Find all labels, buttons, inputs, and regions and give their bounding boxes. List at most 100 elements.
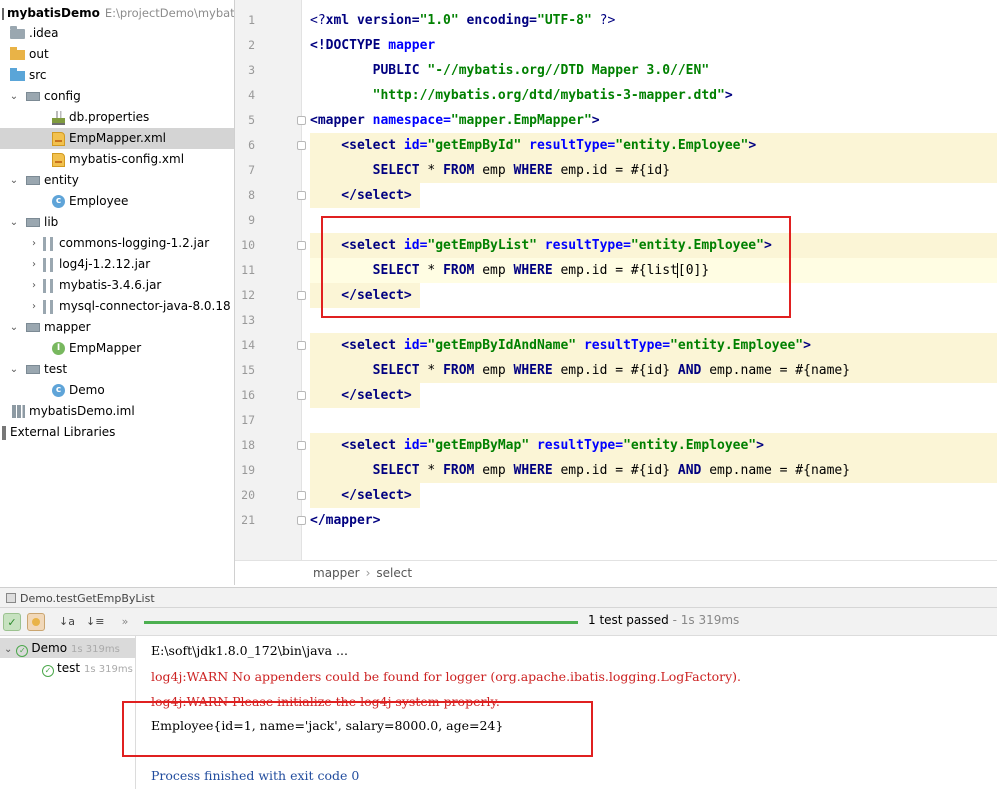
tree-item-external-libraries[interactable]: External Libraries bbox=[0, 422, 234, 443]
chevron-down-icon[interactable]: ⌄ bbox=[8, 212, 20, 233]
line-number: 7 bbox=[248, 163, 255, 177]
fold-marker-icon[interactable] bbox=[297, 116, 306, 125]
fold-marker-icon[interactable] bbox=[297, 516, 306, 525]
test-progress-bar bbox=[144, 621, 578, 624]
tree-item-out[interactable]: out bbox=[0, 44, 234, 65]
tree-item-jar-mysql[interactable]: › mysql-connector-java-8.0.18 bbox=[0, 296, 234, 317]
tree-item-lib[interactable]: ⌄ lib bbox=[0, 212, 234, 233]
tree-item-entity[interactable]: ⌄ entity bbox=[0, 170, 234, 191]
code-token: * bbox=[427, 163, 444, 178]
tree-item-config[interactable]: ⌄ config bbox=[0, 86, 234, 107]
sort-by-duration-icon[interactable]: ↓≡ bbox=[86, 613, 104, 631]
chevron-right-icon[interactable]: › bbox=[28, 233, 40, 254]
line-number: 4 bbox=[248, 88, 255, 102]
chevron-right-icon[interactable]: › bbox=[28, 296, 40, 317]
class-icon: c bbox=[52, 195, 65, 208]
code-line-3: PUBLIC "-//mybatis.org//DTD Mapper 3.0//… bbox=[310, 58, 710, 83]
tree-item-label: config bbox=[44, 89, 81, 103]
tree-item-mybatis-config[interactable]: mybatis-config.xml bbox=[0, 149, 234, 170]
test-passed-icon: ✓ bbox=[42, 665, 54, 677]
line-number: 19 bbox=[241, 463, 255, 477]
line-number: 9 bbox=[248, 213, 255, 227]
code-token: namespace= bbox=[372, 113, 451, 128]
tree-item-jar-mybatis[interactable]: › mybatis-3.4.6.jar bbox=[0, 275, 234, 296]
line-number: 14 bbox=[241, 338, 255, 352]
test-node-test[interactable]: ✓ test 1s 319ms bbox=[42, 658, 133, 678]
tree-item-label: EmpMapper bbox=[69, 341, 142, 355]
test-node-demo[interactable]: ⌄ ✓ Demo 1s 319ms bbox=[0, 638, 136, 658]
code-token: emp.id = #{id} bbox=[560, 363, 678, 378]
tree-item-iml[interactable]: mybatisDemo.iml bbox=[0, 401, 234, 422]
code-token: emp bbox=[482, 463, 514, 478]
fold-marker-icon[interactable] bbox=[297, 391, 306, 400]
line-number: 15 bbox=[241, 363, 255, 377]
test-class-icon: c bbox=[52, 384, 65, 397]
tree-item-label: mapper bbox=[44, 320, 91, 334]
fold-marker-icon[interactable] bbox=[297, 191, 306, 200]
code-token: "UTF-8" bbox=[537, 13, 592, 28]
code-token: FROM bbox=[443, 463, 483, 478]
test-results-tree: ⌄ ✓ Demo 1s 319ms ✓ test 1s 319ms bbox=[0, 636, 136, 789]
code-line-16: </select> bbox=[310, 383, 411, 408]
interface-icon: I bbox=[52, 342, 65, 355]
code-line-8: </select> bbox=[310, 183, 411, 208]
code-token: WHERE bbox=[513, 363, 561, 378]
sort-alphabetically-icon[interactable]: ↓a bbox=[58, 613, 76, 631]
chevron-down-icon[interactable]: ⌄ bbox=[8, 86, 20, 107]
tree-item-idea[interactable]: .idea bbox=[0, 23, 234, 44]
package-icon bbox=[26, 323, 40, 332]
tree-item-label: mybatis-config.xml bbox=[69, 152, 185, 166]
fold-marker-icon[interactable] bbox=[297, 141, 306, 150]
tree-item-db-properties[interactable]: db.properties bbox=[0, 107, 234, 128]
code-token: resultType= bbox=[521, 138, 616, 153]
code-line-14: <select id="getEmpByIdAndName" resultTyp… bbox=[310, 333, 811, 358]
chevron-right-icon[interactable]: › bbox=[28, 275, 40, 296]
code-line-20: </select> bbox=[310, 483, 411, 508]
properties-file-icon bbox=[52, 110, 65, 125]
source-folder-icon bbox=[10, 67, 25, 81]
tree-item-label: mybatisDemo.iml bbox=[29, 404, 135, 418]
code-token: SELECT bbox=[310, 163, 428, 178]
tree-item-label: mybatis-3.4.6.jar bbox=[59, 278, 162, 292]
chevron-down-icon[interactable]: ⌄ bbox=[8, 317, 20, 338]
tree-item-empmapper-xml[interactable]: EmpMapper.xml bbox=[0, 128, 234, 149]
project-path: E:\projectDemo\mybat bbox=[104, 6, 234, 20]
tree-item-mapper[interactable]: ⌄ mapper bbox=[0, 317, 234, 338]
tree-item-jar-log4j[interactable]: › log4j-1.2.12.jar bbox=[0, 254, 234, 275]
chevron-down-icon[interactable]: ⌄ bbox=[4, 644, 12, 655]
fold-marker-icon[interactable] bbox=[297, 241, 306, 250]
fold-marker-icon[interactable] bbox=[297, 491, 306, 500]
breadcrumb-item-select[interactable]: select bbox=[376, 566, 412, 580]
tree-item-test[interactable]: ⌄ test bbox=[0, 359, 234, 380]
tree-item-project-root[interactable]: mybatisDemo E:\projectDemo\mybat bbox=[0, 3, 234, 24]
code-token: ?> bbox=[591, 13, 616, 28]
tree-item-empmapper[interactable]: I EmpMapper bbox=[0, 338, 234, 359]
tree-item-label: External Libraries bbox=[10, 425, 116, 439]
code-token: <select bbox=[310, 438, 404, 453]
fold-marker-icon[interactable] bbox=[297, 341, 306, 350]
run-config-icon bbox=[6, 593, 16, 603]
tree-item-src[interactable]: src bbox=[0, 65, 234, 86]
fold-marker-icon[interactable] bbox=[297, 291, 306, 300]
tree-item-label: Demo bbox=[69, 383, 105, 397]
test-status-text: 1 test passed bbox=[588, 613, 669, 627]
package-icon bbox=[26, 176, 40, 185]
chevron-down-icon[interactable]: ⌄ bbox=[8, 170, 20, 191]
project-folder-icon bbox=[2, 7, 4, 20]
code-token: id= bbox=[403, 138, 428, 153]
code-token: emp.name = #{name} bbox=[709, 463, 851, 478]
show-ignored-toggle-icon[interactable] bbox=[27, 613, 45, 631]
tree-item-employee[interactable]: c Employee bbox=[0, 191, 234, 212]
tree-item-jar-commons[interactable]: › commons-logging-1.2.jar bbox=[0, 233, 234, 254]
line-number: 13 bbox=[241, 313, 255, 327]
tree-item-demo[interactable]: c Demo bbox=[0, 380, 234, 401]
jar-icon bbox=[43, 257, 53, 272]
chevron-right-icon[interactable]: › bbox=[28, 254, 40, 275]
show-passed-toggle-icon[interactable]: ✓ bbox=[3, 613, 21, 631]
more-actions-icon[interactable]: » bbox=[116, 613, 134, 631]
chevron-down-icon[interactable]: ⌄ bbox=[8, 359, 20, 380]
run-tab-header[interactable]: Demo.testGetEmpByList bbox=[0, 587, 997, 608]
breadcrumb-item-mapper[interactable]: mapper bbox=[313, 566, 360, 580]
fold-marker-icon[interactable] bbox=[297, 441, 306, 450]
code-token: > bbox=[803, 338, 811, 353]
